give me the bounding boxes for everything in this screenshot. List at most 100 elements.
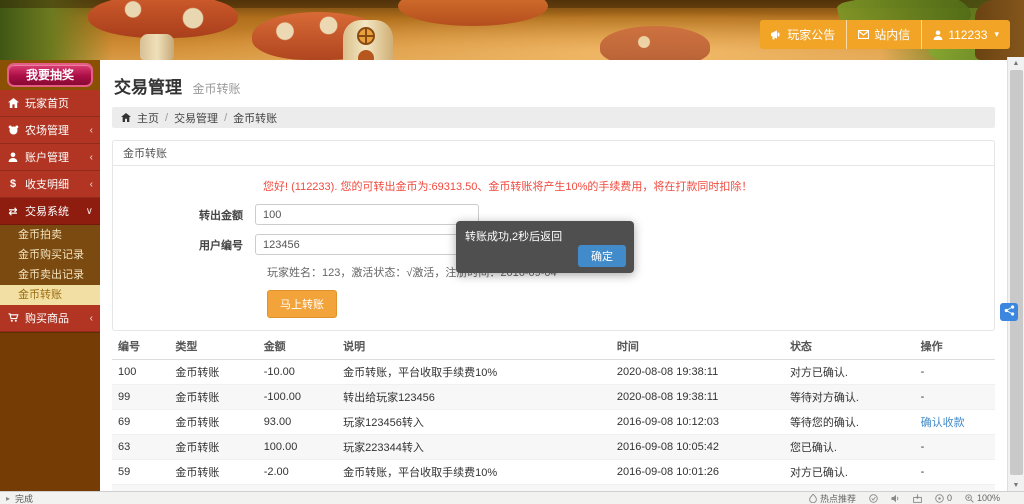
cell-type: 金币转账: [169, 410, 257, 435]
dollar-icon: $: [7, 178, 19, 190]
sidebar-filler: [0, 332, 100, 442]
sidebar-item-label: 农场管理: [25, 122, 69, 138]
sidebar-item-label: 交易系统: [25, 203, 69, 219]
user-id-input[interactable]: [255, 234, 479, 255]
page-subtitle: 金币转账: [192, 82, 240, 96]
share-icon: [1004, 303, 1015, 321]
house-window: [357, 27, 375, 45]
confirm-receive-link[interactable]: 确认收款: [921, 417, 965, 429]
page-title: 交易管理: [114, 78, 182, 97]
scroll-up-arrow[interactable]: ▲: [1008, 57, 1024, 70]
table-header-row: 编号 类型 金额 说明 时间 状态 操作: [112, 333, 995, 360]
cell-status: 对方已确认.: [784, 360, 915, 385]
inbox-button[interactable]: 站内信: [847, 20, 922, 49]
cell-action: -: [915, 385, 995, 410]
envelope-icon: [858, 30, 869, 39]
submenu-item-transfer[interactable]: 金币转账: [0, 285, 100, 305]
table-row: 69金币转账93.00玩家123456转入2016-09-08 10:12:03…: [112, 410, 995, 435]
announcements-button[interactable]: 玩家公告: [760, 20, 847, 49]
download-button[interactable]: [913, 494, 922, 503]
status-text: 完成: [15, 492, 33, 504]
mushroom-cap: [600, 26, 710, 60]
amount-input[interactable]: [255, 204, 479, 225]
breadcrumb-separator: /: [165, 112, 168, 124]
magnifier-icon: [965, 494, 974, 503]
submenu-item-auction[interactable]: 金币拍卖: [0, 225, 100, 245]
hot-recommend-label: 热点推荐: [820, 492, 856, 504]
sidebar-item-trade-system[interactable]: ⇄ 交易系统 ∨: [0, 198, 100, 225]
cell-amount: -2.00: [258, 460, 337, 485]
blocked-count: 0: [947, 493, 952, 503]
table-row: 59金币转账-2.00金币转账，平台收取手续费10%2016-09-08 10:…: [112, 460, 995, 485]
cell-status: 等待您的确认.: [784, 410, 915, 435]
cell-action: -: [915, 360, 995, 385]
col-desc: 说明: [337, 333, 611, 360]
cell-amount: -10.00: [258, 360, 337, 385]
exchange-arrows-icon: ⇄: [7, 205, 19, 218]
cell-type: 金币转账: [169, 460, 257, 485]
col-amount: 金额: [258, 333, 337, 360]
sidebar-item-home[interactable]: 玩家首页: [0, 90, 100, 117]
transfer-success-dialog: 转账成功,2秒后返回 确定: [456, 221, 634, 273]
breadcrumb-current: 金币转账: [233, 110, 277, 126]
cell-status: 等待对方确认.: [784, 385, 915, 410]
sidebar-item-account[interactable]: 账户管理 ‹: [0, 144, 100, 171]
chevron-left-icon: ‹: [90, 179, 93, 190]
chevron-down-icon: ▾: [994, 29, 999, 40]
cell-status: 对方已确认.: [784, 460, 915, 485]
cell-id: 99: [112, 385, 169, 410]
submenu-item-buy-records[interactable]: 金币购买记录: [0, 245, 100, 265]
sidebar-item-farm[interactable]: 农场管理 ‹: [0, 117, 100, 144]
breadcrumb-home[interactable]: 主页: [137, 110, 159, 126]
cell-amount: 100.00: [258, 435, 337, 460]
cell-desc: 金币转账，平台收取手续费10%: [337, 360, 611, 385]
chevron-left-icon: ‹: [90, 152, 93, 163]
cell-time: 2016-09-08 10:05:42: [611, 435, 784, 460]
sound-button[interactable]: [891, 494, 900, 503]
col-time: 时间: [611, 333, 784, 360]
transfer-now-button[interactable]: 马上转账: [267, 290, 337, 318]
zoom-control[interactable]: 100%: [965, 493, 1000, 503]
cart-icon: [7, 313, 19, 323]
hot-recommend-button[interactable]: 热点推荐: [809, 492, 856, 504]
table-row: 99金币转账-100.00转出给玩家1234562020-08-08 19:38…: [112, 385, 995, 410]
flame-icon: [809, 494, 817, 503]
col-id: 编号: [112, 333, 169, 360]
cell-id: 69: [112, 410, 169, 435]
house-door: [358, 50, 374, 60]
cell-desc: 金币转账，平台收取手续费10%: [337, 460, 611, 485]
scrollbar-thumb[interactable]: [1010, 70, 1023, 475]
vertical-scrollbar[interactable]: ▲ ▼: [1007, 57, 1024, 492]
announcements-label: 玩家公告: [787, 26, 835, 43]
sidebar-top-strip: 我要抽奖: [0, 60, 100, 90]
chevron-down-icon: ∨: [86, 206, 93, 217]
user-menu-button[interactable]: 112233 ▾: [922, 20, 1010, 49]
sidebar-item-shop[interactable]: 购买商品 ‹: [0, 305, 100, 332]
breadcrumb-trade[interactable]: 交易管理: [174, 110, 218, 126]
header-toolbar: 玩家公告 站内信 112233 ▾: [760, 20, 1010, 49]
main-content: 交易管理 金币转账 主页 / 交易管理 / 金币转账 金币转账 您好! (112…: [100, 60, 1007, 492]
col-action: 操作: [915, 333, 995, 360]
sidebar-item-label: 账户管理: [25, 149, 69, 165]
zoom-level: 100%: [977, 493, 1000, 503]
shield-counter-icon: [935, 494, 944, 503]
page-header: 交易管理 金币转账: [112, 60, 995, 107]
transfer-history-table: 编号 类型 金额 说明 时间 状态 操作 100金币转账-10.00金币转账，平…: [112, 333, 995, 492]
sidebar-item-ledger[interactable]: $ 收支明细 ‹: [0, 171, 100, 198]
chevron-left-icon: ‹: [90, 313, 93, 324]
submenu-item-sell-records[interactable]: 金币卖出记录: [0, 265, 100, 285]
check-status-button[interactable]: [869, 494, 878, 503]
home-icon: [7, 98, 19, 108]
col-type: 类型: [169, 333, 257, 360]
cell-time: 2016-09-08 10:12:03: [611, 410, 784, 435]
blocked-counter[interactable]: 0: [935, 493, 952, 503]
cell-id: 100: [112, 360, 169, 385]
cell-id: 59: [112, 460, 169, 485]
lottery-button[interactable]: 我要抽奖: [7, 63, 93, 87]
share-widget-button[interactable]: [1000, 303, 1018, 321]
confirm-button[interactable]: 确定: [578, 245, 626, 267]
cell-action: -: [915, 435, 995, 460]
home-icon: [121, 113, 131, 122]
sidebar-item-label: 收支明细: [25, 176, 69, 192]
trade-submenu: 金币拍卖 金币购买记录 金币卖出记录 金币转账: [0, 225, 100, 305]
